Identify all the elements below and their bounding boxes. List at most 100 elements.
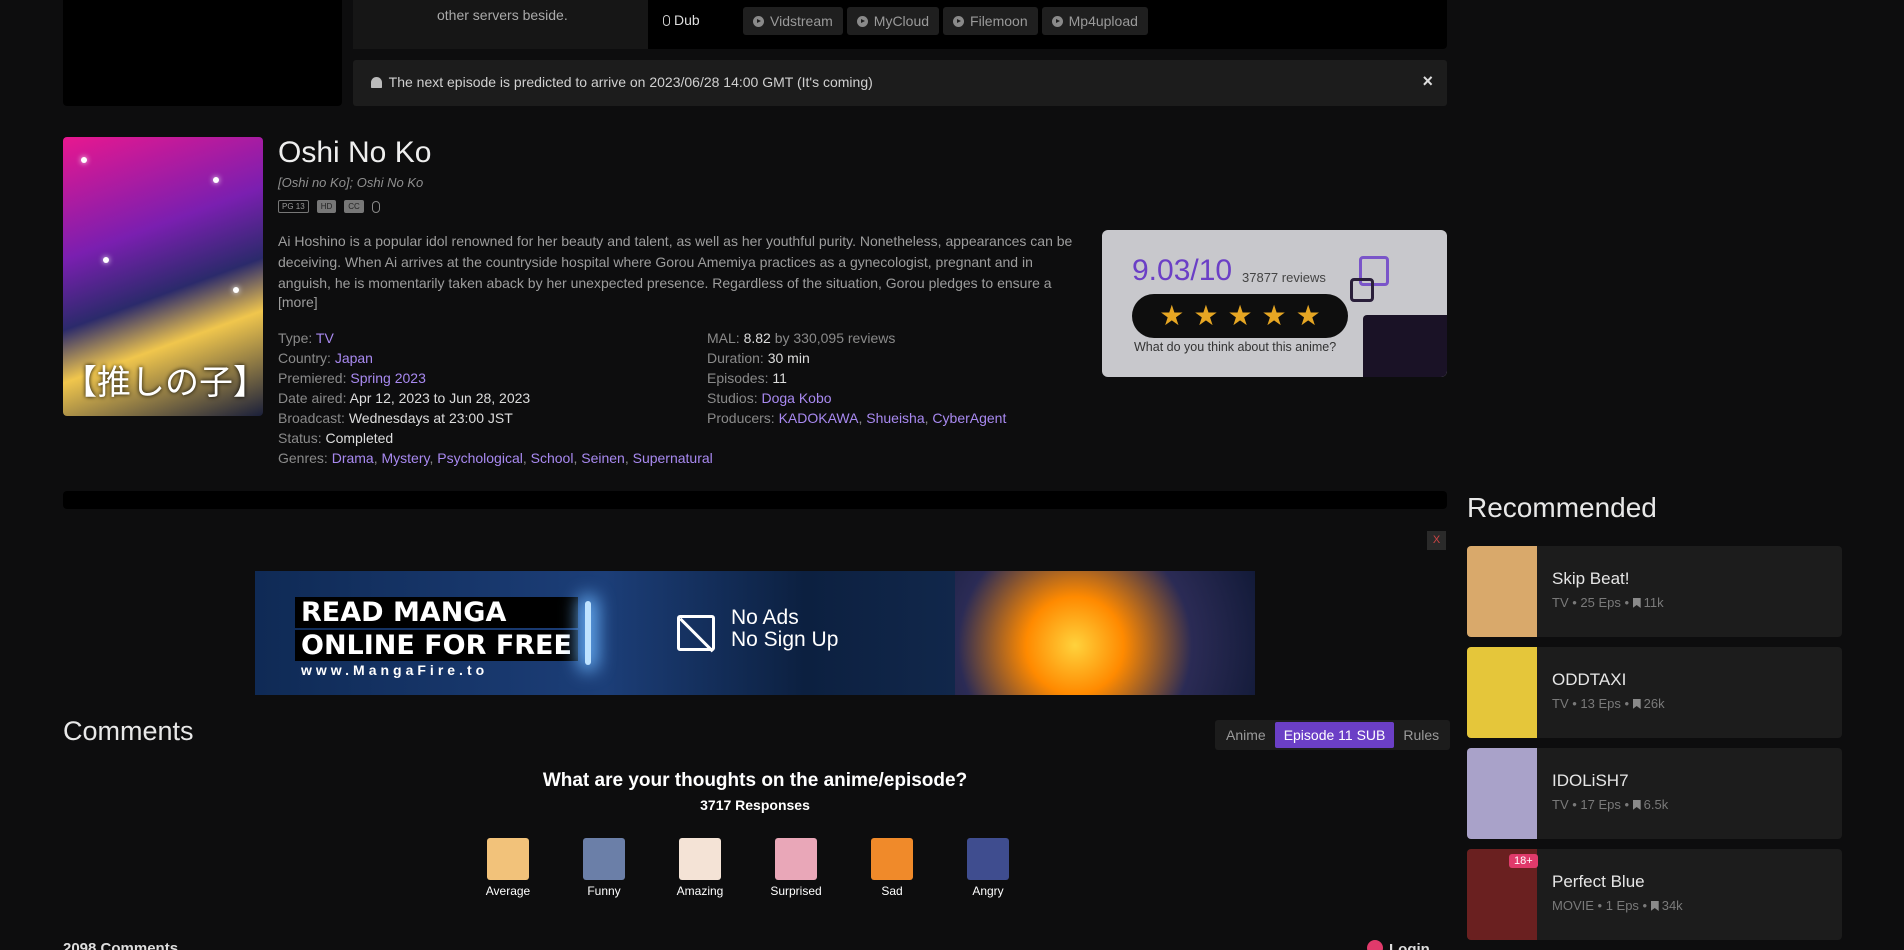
mal-score: 8.82 bbox=[743, 330, 771, 346]
date-aired: Apr 12, 2023 to Jun 28, 2023 bbox=[349, 390, 531, 406]
ad-close-button[interactable]: X bbox=[1427, 531, 1446, 550]
reaction-emoji-icon bbox=[871, 838, 913, 880]
recommended-item[interactable]: Skip Beat! TV • 25 Eps • 11k bbox=[1467, 546, 1842, 637]
play-circle-icon bbox=[753, 16, 764, 27]
producer-list: KADOKAWA, Shueisha, CyberAgent bbox=[778, 410, 1007, 426]
ad-url: www.MangaFire.to bbox=[301, 662, 489, 678]
mal-reviews: by 330,095 reviews bbox=[774, 330, 896, 346]
server-button-filemoon[interactable]: Filemoon bbox=[943, 7, 1038, 35]
genre-list: Drama, Mystery, Psychological, School, S… bbox=[331, 450, 713, 466]
rating-reviews: 37877 reviews bbox=[1242, 270, 1326, 285]
more-link[interactable]: [more] bbox=[278, 294, 318, 310]
reaction-label: Angry bbox=[972, 884, 1004, 898]
meta-left: Type: TV Country: Japan Premiered: Sprin… bbox=[278, 330, 713, 466]
recommended-item[interactable]: 18+ Perfect Blue MOVIE • 1 Eps • 34k bbox=[1467, 849, 1842, 940]
reaction-label: Surprised bbox=[770, 884, 822, 898]
server-button-mycloud[interactable]: MyCloud bbox=[846, 7, 940, 35]
reaction-funny[interactable]: Funny bbox=[582, 838, 626, 898]
star-icon[interactable]: ★ bbox=[1193, 302, 1218, 330]
thumbs-down-icon bbox=[1350, 278, 1374, 302]
ad-banner[interactable]: READ MANGA ONLINE FOR FREE www.MangaFire.… bbox=[255, 571, 1255, 695]
server-note: other servers beside. bbox=[353, 0, 648, 49]
comment-tab-1[interactable]: Episode 11 SUB bbox=[1274, 722, 1395, 748]
producer-link[interactable]: Shueisha bbox=[866, 410, 924, 426]
reaction-label: Funny bbox=[587, 884, 621, 898]
age-badge: 18+ bbox=[1509, 854, 1538, 868]
reaction-average[interactable]: Average bbox=[486, 838, 530, 898]
server-type-label: Dub bbox=[663, 12, 700, 28]
reaction-emoji-icon bbox=[487, 838, 529, 880]
genre-link[interactable]: Seinen bbox=[581, 450, 625, 466]
type-link[interactable]: TV bbox=[316, 330, 334, 346]
divider-bar bbox=[63, 491, 1447, 509]
recommended-item[interactable]: IDOLiSH7 TV • 17 Eps • 6.5k bbox=[1467, 748, 1842, 839]
country-link[interactable]: Japan bbox=[335, 350, 373, 366]
comment-tabs: Anime Episode 11 SUB Rules bbox=[1215, 720, 1451, 750]
server-bar: other servers beside. Dub Vidstream MyClo… bbox=[353, 0, 1447, 49]
duration: 30 min bbox=[767, 350, 810, 366]
reaction-surprised[interactable]: Surprised bbox=[770, 838, 822, 898]
genre-link[interactable]: Drama bbox=[332, 450, 374, 466]
comments-count: 2098 Comments bbox=[63, 940, 179, 950]
reaction-amazing[interactable]: Amazing bbox=[677, 838, 723, 898]
reaction-emoji-icon bbox=[967, 838, 1009, 880]
recommended-info: TV • 25 Eps • 11k bbox=[1552, 595, 1664, 610]
reaction-angry[interactable]: Angry bbox=[966, 838, 1010, 898]
microphone-icon bbox=[663, 15, 670, 26]
genre-link[interactable]: Mystery bbox=[382, 450, 430, 466]
recommended-info: TV • 17 Eps • 6.5k bbox=[1552, 797, 1669, 812]
login-button[interactable]: Login bbox=[1367, 940, 1430, 950]
server-buttons: Vidstream MyCloud Filemoon Mp4upload bbox=[743, 7, 1148, 35]
play-circle-icon bbox=[953, 16, 965, 27]
ad-glow bbox=[585, 601, 591, 665]
comment-tab-0[interactable]: Anime bbox=[1217, 722, 1275, 748]
producer-link[interactable]: KADOKAWA bbox=[779, 410, 859, 426]
no-ads-icon bbox=[677, 615, 715, 651]
reaction-sad[interactable]: Sad bbox=[870, 838, 914, 898]
recommended-thumbnail[interactable] bbox=[1467, 546, 1537, 637]
recommended-name[interactable]: Skip Beat! bbox=[1552, 569, 1630, 589]
rating-widget: 9.03/10 37877 reviews ★ ★ ★ ★ ★ What do you … bbox=[1102, 230, 1447, 377]
anime-description: Ai Hoshino is a popular idol renowned fo… bbox=[278, 233, 1073, 291]
recommended-name[interactable]: Perfect Blue bbox=[1552, 872, 1645, 892]
recommended-name[interactable]: ODDTAXI bbox=[1552, 670, 1626, 690]
video-player[interactable] bbox=[63, 0, 342, 106]
star-icon[interactable]: ★ bbox=[1262, 302, 1287, 330]
comments-question: What are your thoughts on the anime/epis… bbox=[542, 770, 968, 791]
bookmark-icon bbox=[1650, 901, 1659, 911]
star-rating[interactable]: ★ ★ ★ ★ ★ bbox=[1132, 294, 1348, 338]
bookmark-icon bbox=[1632, 699, 1641, 709]
ad-headline: READ MANGA ONLINE FOR FREE bbox=[295, 597, 578, 663]
recommended-thumbnail[interactable] bbox=[1467, 647, 1537, 738]
genre-link[interactable]: Supernatural bbox=[633, 450, 713, 466]
producer-link[interactable]: CyberAgent bbox=[932, 410, 1006, 426]
anime-badges: PG 13 HD CC bbox=[278, 200, 380, 213]
microphone-icon bbox=[371, 200, 380, 213]
status: Completed bbox=[325, 430, 394, 446]
recommended-name[interactable]: IDOLiSH7 bbox=[1552, 771, 1629, 791]
anime-poster[interactable]: 【推しの子】 bbox=[63, 137, 263, 416]
premiered-link[interactable]: Spring 2023 bbox=[350, 370, 426, 386]
genre-link[interactable]: Psychological bbox=[437, 450, 523, 466]
comment-tab-2[interactable]: Rules bbox=[1394, 722, 1448, 748]
star-icon[interactable]: ★ bbox=[1296, 302, 1321, 330]
reaction-label: Amazing bbox=[676, 884, 724, 898]
responses-count: 3717 Responses bbox=[700, 797, 810, 813]
star-icon[interactable]: ★ bbox=[1227, 302, 1252, 330]
star-icon[interactable]: ★ bbox=[1159, 302, 1184, 330]
server-button-mp4upload[interactable]: Mp4upload bbox=[1041, 7, 1148, 35]
ballot-box-icon bbox=[1363, 315, 1447, 377]
anime-alt-title: [Oshi no Ko]; Oshi No Ko bbox=[278, 175, 424, 190]
recommended-item[interactable]: ODDTAXI TV • 13 Eps • 26k bbox=[1467, 647, 1842, 738]
server-button-vidstream[interactable]: Vidstream bbox=[743, 7, 843, 35]
genre-link[interactable]: School bbox=[531, 450, 574, 466]
notice-text: The next episode is predicted to arrive … bbox=[388, 74, 873, 90]
rating-badge: PG 13 bbox=[278, 200, 309, 213]
broadcast: Wednesdays at 23:00 JST bbox=[348, 410, 513, 426]
recommended-thumbnail[interactable] bbox=[1467, 748, 1537, 839]
bookmark-icon bbox=[1632, 800, 1641, 810]
notice-close-button[interactable]: × bbox=[1422, 71, 1433, 92]
studio-link[interactable]: Doga Kobo bbox=[761, 390, 831, 406]
cc-badge: CC bbox=[344, 200, 364, 213]
user-icon bbox=[1367, 940, 1383, 950]
